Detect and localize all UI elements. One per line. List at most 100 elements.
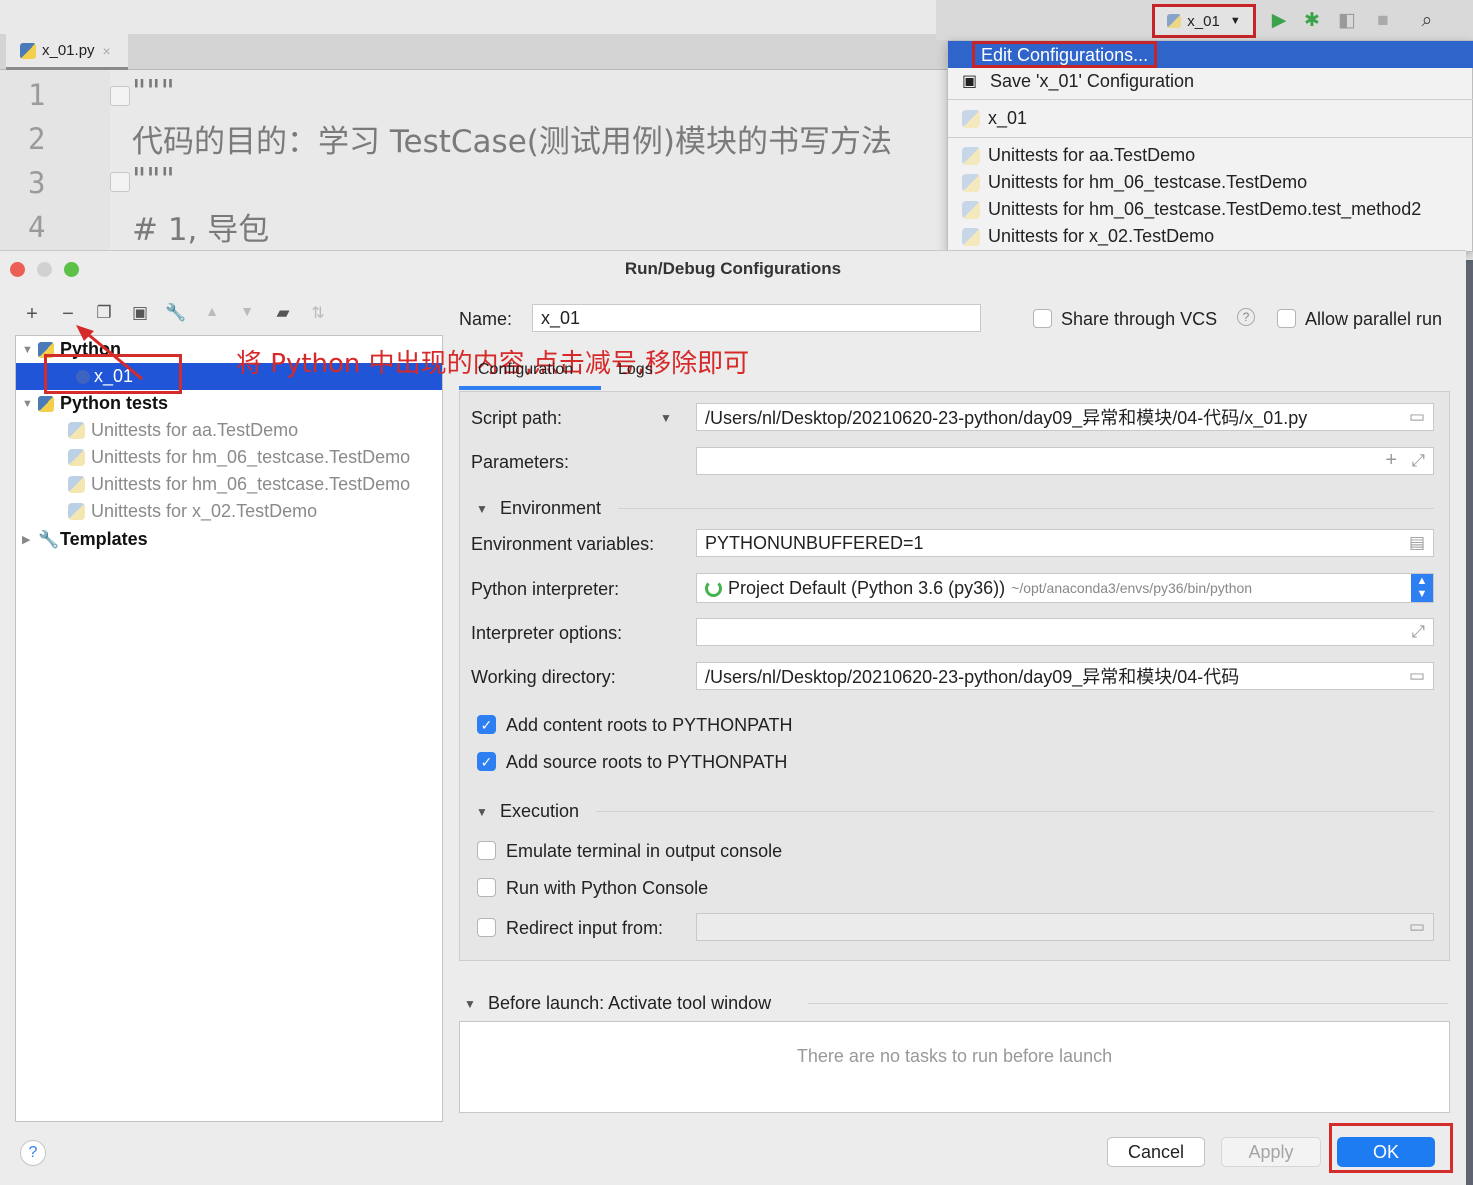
dropdown-divider: [948, 137, 1473, 138]
run-config-dropdown: Edit Configurations... ▣ Save 'x_01' Con…: [947, 40, 1473, 252]
tree-node-python-tests[interactable]: ▼ Python tests: [16, 390, 442, 417]
script-path-label: Script path:: [471, 408, 563, 428]
script-path-input[interactable]: /Users/nl/Desktop/20210620-23-python/day…: [696, 403, 1434, 431]
close-tab-icon[interactable]: ×: [103, 43, 111, 59]
share-vcs-checkbox[interactable]: [1033, 309, 1052, 328]
tab-logs[interactable]: Logs: [618, 361, 653, 379]
active-tab-indicator: [459, 386, 601, 390]
config-item-unittest[interactable]: Unittests for x_02.TestDemo: [948, 223, 1473, 250]
expand-arrow-icon[interactable]: ▼: [22, 344, 38, 356]
copy-icon[interactable]: ❐: [93, 303, 115, 323]
plus-icon[interactable]: +: [1385, 449, 1397, 472]
env-vars-input[interactable]: PYTHONUNBUFFERED=1 ▤: [696, 529, 1434, 557]
ok-button[interactable]: OK: [1337, 1137, 1435, 1167]
config-item-label: Unittests for hm_06_testcase.TestDemo.te…: [988, 199, 1422, 219]
config-item-unittest[interactable]: Unittests for hm_06_testcase.TestDemo: [948, 169, 1473, 196]
run-console-checkbox[interactable]: [477, 878, 496, 897]
tree-node-label: Templates: [60, 529, 148, 549]
section-collapse-icon[interactable]: ▼: [476, 805, 488, 819]
wrench-icon: 🔧: [38, 529, 60, 549]
line-number: 4: [28, 210, 46, 244]
interp-options-input[interactable]: ⤢: [696, 618, 1434, 646]
stop-icon[interactable]: ■: [1372, 10, 1394, 32]
edit-configurations-label: Edit Configurations...: [972, 41, 1158, 68]
line-number: 1: [28, 78, 46, 112]
before-launch-task-list: There are no tasks to run before launch: [459, 1021, 1450, 1113]
new-folder-icon[interactable]: ▰: [272, 303, 294, 323]
document-icon[interactable]: ▤: [1409, 533, 1425, 553]
execution-section-label: Execution: [500, 801, 580, 821]
content-roots-checkbox[interactable]: ✓: [477, 715, 496, 734]
content-roots-label: Add content roots to PYTHONPATH: [506, 715, 793, 735]
parameters-input[interactable]: + ⤢: [696, 447, 1434, 475]
search-icon[interactable]: ⌕: [1416, 10, 1438, 32]
section-collapse-icon[interactable]: ▼: [464, 997, 476, 1011]
save-icon[interactable]: ▣: [129, 303, 151, 323]
chevron-down-icon[interactable]: ▼: [660, 411, 672, 425]
folder-icon[interactable]: ▭: [1409, 917, 1425, 937]
loading-icon: [705, 579, 722, 597]
coverage-icon[interactable]: ◧: [1336, 10, 1358, 32]
tree-node-label: Python tests: [60, 393, 169, 413]
annotation-arrow-icon: [76, 325, 143, 381]
tree-node-unittest[interactable]: Unittests for hm_06_testcase.TestDemo: [16, 444, 442, 471]
config-item-x01[interactable]: x_01: [948, 105, 1473, 132]
redirect-input-checkbox[interactable]: [477, 918, 496, 937]
fold-marker-icon[interactable]: [110, 172, 130, 192]
working-dir-label: Working directory:: [471, 667, 616, 687]
apply-button[interactable]: Apply: [1221, 1137, 1321, 1167]
tree-node-unittest[interactable]: Unittests for x_02.TestDemo: [16, 498, 442, 525]
section-collapse-icon[interactable]: ▼: [476, 502, 488, 516]
cancel-button[interactable]: Cancel: [1107, 1137, 1205, 1167]
add-icon[interactable]: +: [21, 303, 43, 326]
fold-marker-icon[interactable]: [110, 86, 130, 106]
folder-icon[interactable]: ▭: [1409, 666, 1425, 686]
config-item-unittest[interactable]: Unittests for hm_06_testcase.TestDemo.te…: [948, 196, 1473, 223]
dropdown-divider: [948, 99, 1473, 100]
name-input-value: x_01: [541, 307, 581, 328]
redirect-input-field[interactable]: ▭: [696, 913, 1434, 941]
move-down-icon[interactable]: ▼: [236, 303, 258, 319]
tab-configuration[interactable]: Configuration: [478, 361, 573, 379]
code-line: """: [132, 162, 175, 198]
section-divider: [596, 811, 1434, 812]
working-dir-value: /Users/nl/Desktop/20210620-23-python/day…: [705, 667, 1240, 687]
allow-parallel-label: Allow parallel run: [1305, 309, 1443, 329]
working-dir-input[interactable]: /Users/nl/Desktop/20210620-23-python/day…: [696, 662, 1434, 690]
folder-icon[interactable]: ▭: [1409, 407, 1425, 427]
run-icon[interactable]: ▶: [1268, 10, 1290, 32]
expand-arrow-icon[interactable]: ▼: [22, 398, 38, 410]
editor-tab-x01[interactable]: x_01.py ×: [6, 34, 128, 70]
sort-icon[interactable]: ⇅: [307, 303, 329, 323]
python-config-icon: [962, 109, 980, 128]
select-arrows-icon[interactable]: ▲ ▼: [1411, 574, 1433, 602]
tree-node-unittest[interactable]: Unittests for aa.TestDemo: [16, 417, 442, 444]
section-divider: [618, 508, 1434, 509]
emulate-terminal-checkbox[interactable]: [477, 841, 496, 860]
line-number-gutter: [0, 70, 110, 260]
name-input[interactable]: x_01: [532, 304, 981, 332]
config-item-label: Unittests for x_02.TestDemo: [988, 226, 1215, 246]
tree-node-templates[interactable]: ▶ 🔧 Templates: [16, 526, 442, 553]
code-line: # 1, 导包: [132, 212, 270, 248]
move-up-icon[interactable]: ▲: [201, 303, 223, 319]
config-item-unittest[interactable]: Unittests for aa.TestDemo: [948, 142, 1473, 169]
script-path-value: /Users/nl/Desktop/20210620-23-python/day…: [705, 408, 1308, 428]
interpreter-select[interactable]: Project Default (Python 3.6 (py36)) ~/op…: [696, 573, 1434, 603]
tree-node-unittest[interactable]: Unittests for hm_06_testcase.TestDemo: [16, 471, 442, 498]
save-configuration-item[interactable]: ▣ Save 'x_01' Configuration: [948, 68, 1473, 95]
run-configuration-selector[interactable]: x_01 ▼: [1152, 4, 1256, 38]
tree-node-label: Unittests for hm_06_testcase.TestDemo: [91, 447, 411, 467]
expand-icon[interactable]: ⤢: [1411, 622, 1425, 642]
source-roots-checkbox[interactable]: ✓: [477, 752, 496, 771]
wrench-icon[interactable]: 🔧: [165, 303, 187, 323]
edit-configurations-item[interactable]: Edit Configurations...: [948, 41, 1473, 68]
help-icon[interactable]: ?: [1237, 308, 1255, 326]
allow-parallel-checkbox[interactable]: [1277, 309, 1296, 328]
expand-icon[interactable]: ⤢: [1411, 451, 1425, 471]
python-test-icon: [68, 503, 85, 520]
help-button[interactable]: ?: [20, 1140, 46, 1166]
debug-icon[interactable]: ✱: [1301, 10, 1323, 32]
collapse-arrow-icon[interactable]: ▶: [22, 533, 38, 546]
editor-tab-label: x_01.py: [42, 42, 95, 59]
